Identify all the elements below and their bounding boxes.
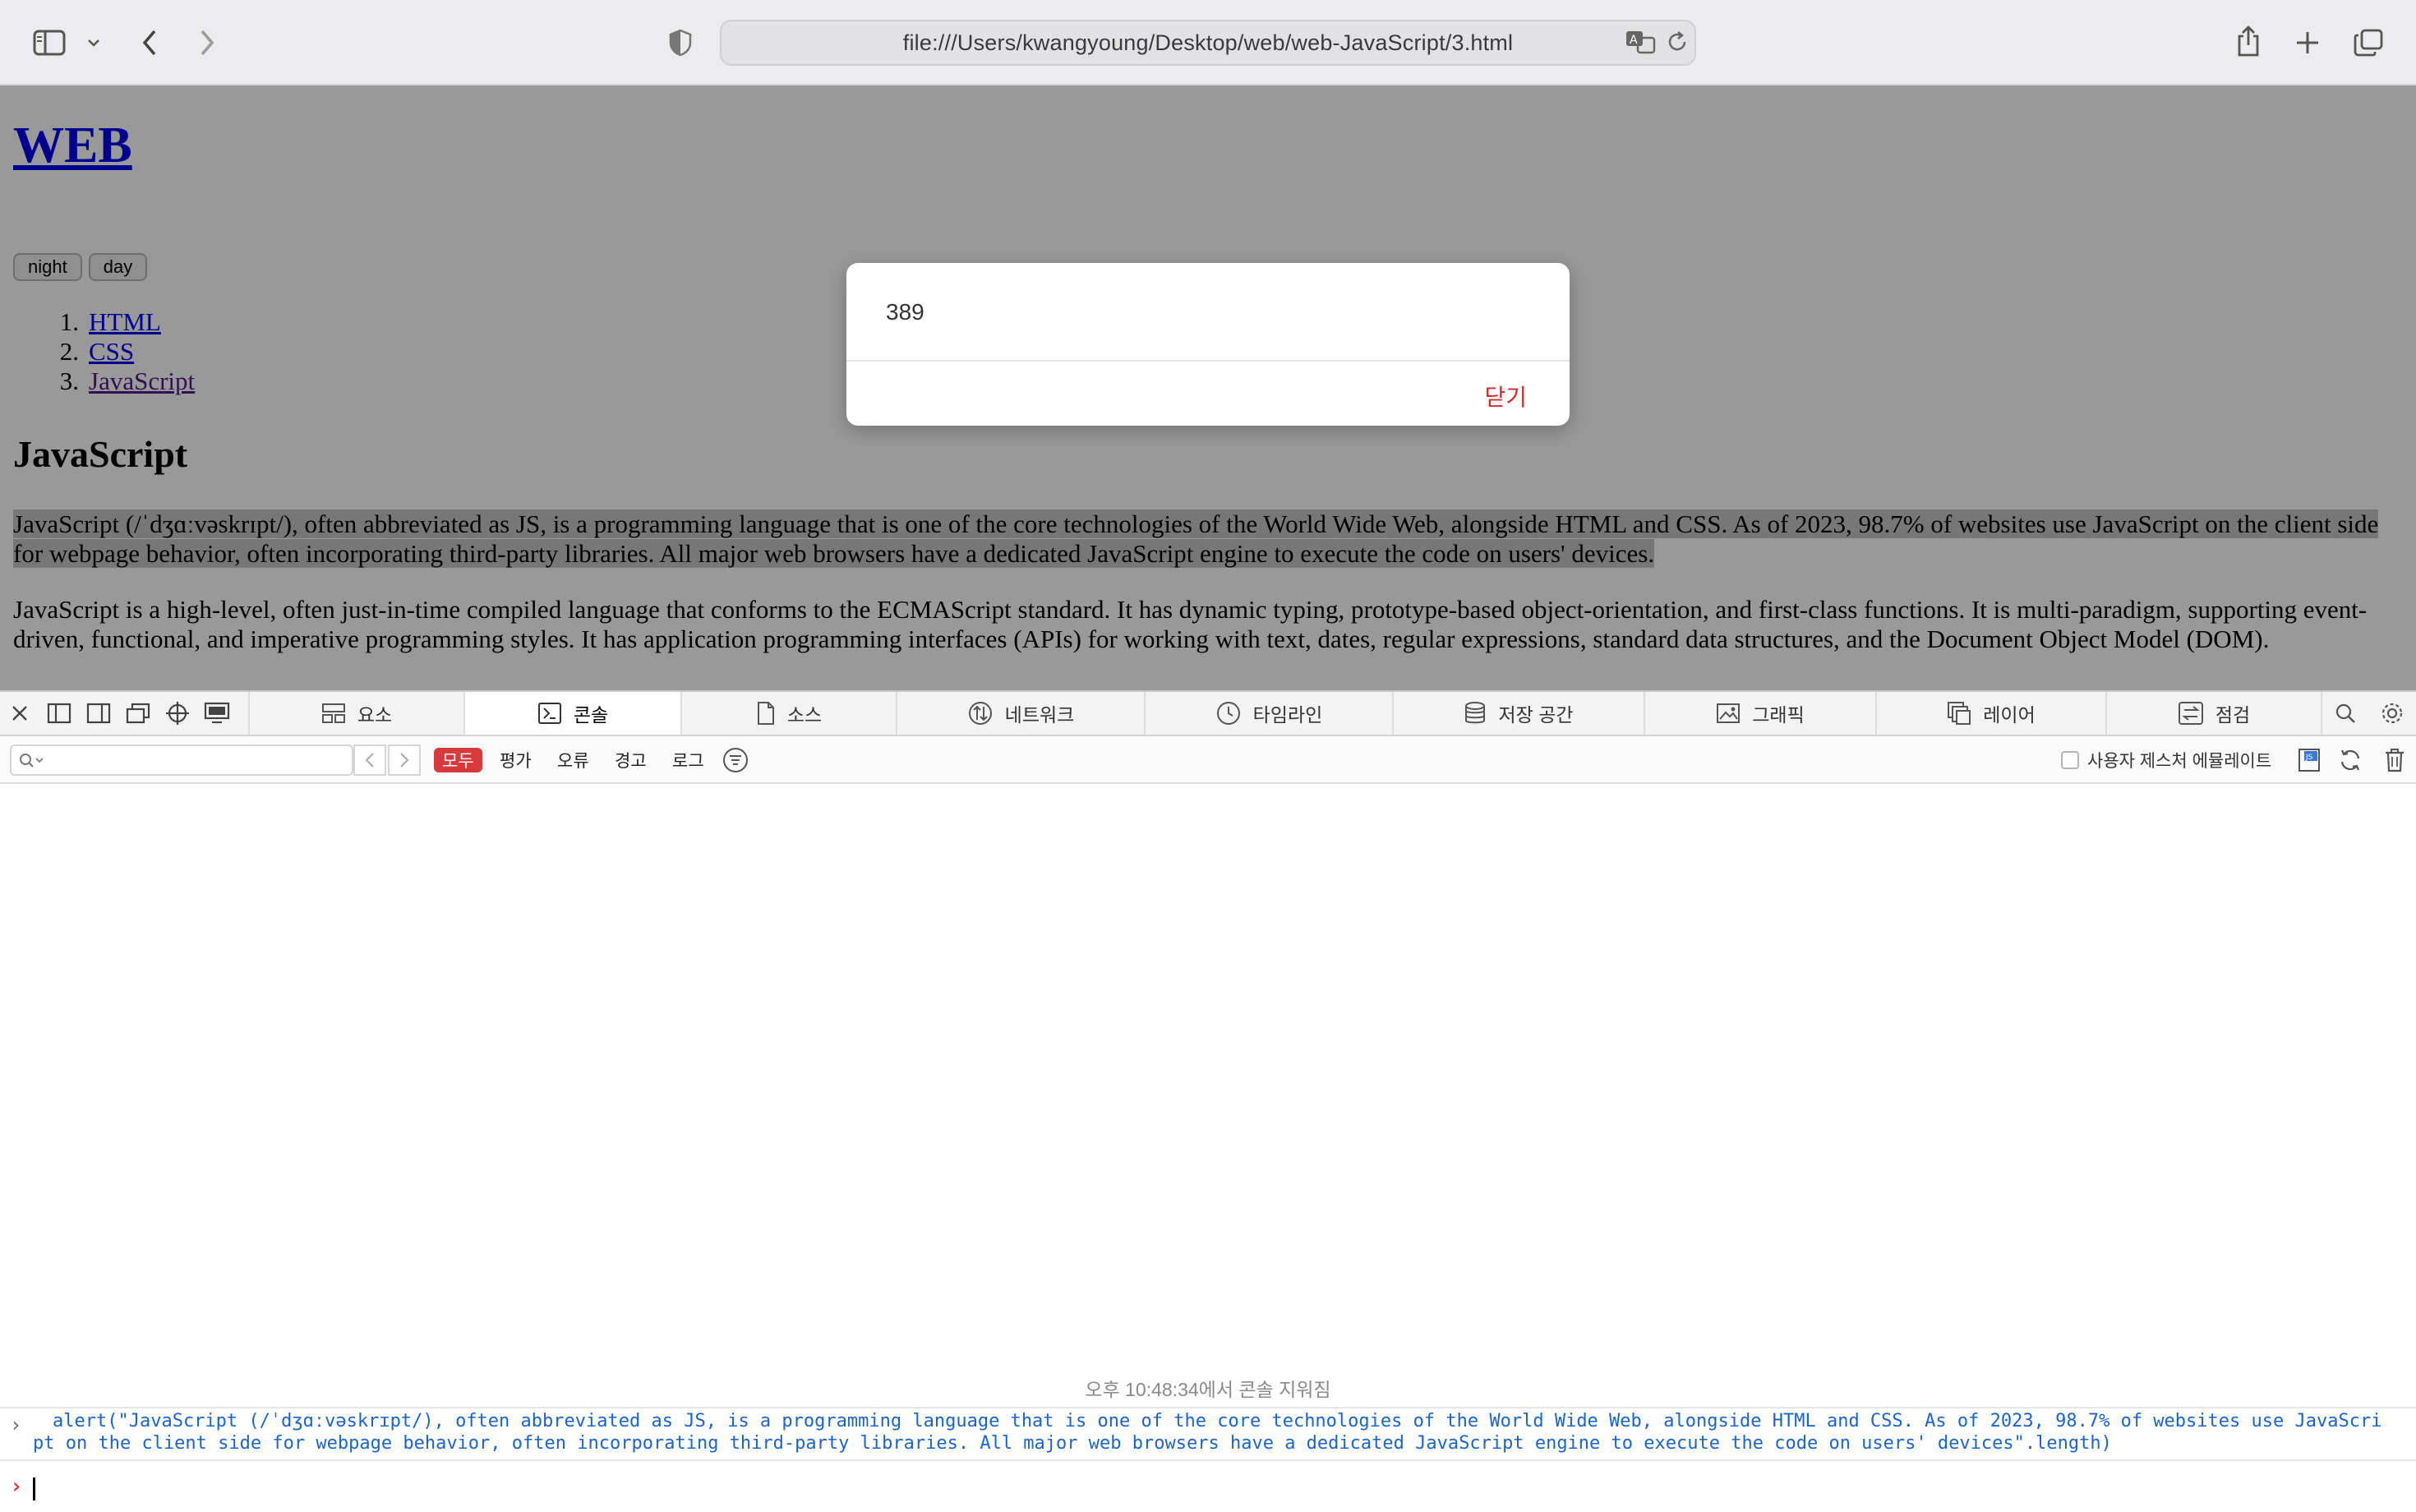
console-entry: › alert("JavaScript (/ˈdʒɑːvəskrɪpt/), o… <box>0 1407 2416 1461</box>
input-caret-icon: › <box>10 1413 22 1436</box>
element-picker-icon[interactable] <box>158 692 197 735</box>
database-icon <box>1465 702 1486 724</box>
elements-icon <box>321 703 345 723</box>
url-text: file:///Users/kwangyoung/Desktop/web/web… <box>902 30 1514 55</box>
console-prompt[interactable]: › <box>0 1473 2416 1505</box>
tab-label: 그래픽 <box>1752 704 1805 726</box>
tab-label: 소스 <box>786 704 823 726</box>
dock-left-icon[interactable] <box>39 692 79 735</box>
tab-audit[interactable]: 점검 <box>2105 692 2321 735</box>
tab-label: 레이어 <box>1983 704 2036 726</box>
dialog-divider <box>846 360 1570 362</box>
tab-elements[interactable]: 요소 <box>248 692 463 735</box>
alert-dialog: 389 닫기 <box>846 263 1570 426</box>
tab-storage[interactable]: 저장 공간 <box>1392 692 1644 735</box>
filter-errors-button[interactable]: 오류 <box>549 748 597 772</box>
devtools-left-icons <box>0 692 248 735</box>
translate-icon[interactable]: A <box>1624 28 1657 56</box>
filter-options-icon[interactable] <box>722 746 749 774</box>
console-icon <box>537 703 561 724</box>
tab-label: 콘솔 <box>573 704 609 726</box>
tab-label: 타임라인 <box>1252 704 1323 726</box>
tab-graphics[interactable]: 그래픽 <box>1644 692 1875 735</box>
chevron-right-icon <box>400 753 409 768</box>
tab-label: 요소 <box>357 704 393 726</box>
trash-icon[interactable] <box>2381 746 2408 774</box>
svg-text:A: A <box>1630 34 1638 47</box>
console-filter-bar: 모두 평가 오류 경고 로그 사용자 제스처 에뮬레이트 JS <box>0 736 2416 784</box>
clock-icon <box>1216 702 1240 725</box>
search-icon[interactable] <box>2321 692 2368 735</box>
tab-overview-icon[interactable] <box>2352 26 2385 59</box>
filter-logs-button[interactable]: 로그 <box>664 748 712 772</box>
filter-warnings-button[interactable]: 경고 <box>606 748 655 772</box>
file-icon <box>757 702 774 725</box>
reload-icon[interactable] <box>1663 28 1691 56</box>
detach-window-icon[interactable] <box>118 692 158 735</box>
privacy-shield-icon[interactable] <box>666 26 695 59</box>
tab-label: 저장 공간 <box>1498 704 1574 726</box>
text-cursor <box>33 1477 35 1500</box>
new-tab-icon[interactable] <box>2291 26 2324 59</box>
chevron-down-icon[interactable] <box>84 31 104 54</box>
image-icon <box>1717 703 1741 723</box>
reload-console-icon[interactable] <box>2337 746 2363 774</box>
forward-icon[interactable] <box>192 25 222 61</box>
back-icon[interactable] <box>135 25 164 61</box>
emulate-gesture-label: 사용자 제스처 에뮬레이트 <box>2087 752 2272 771</box>
gear-icon[interactable] <box>2368 692 2416 735</box>
filter-previous-button[interactable] <box>353 744 386 776</box>
sidebar-toggle-icon[interactable] <box>31 26 67 59</box>
emulate-gesture-toggle[interactable]: 사용자 제스처 에뮬레이트 <box>2061 748 2271 772</box>
chevron-left-icon <box>365 753 374 768</box>
tab-timeline[interactable]: 타임라인 <box>1144 692 1392 735</box>
js-context-icon[interactable]: JS <box>2296 746 2322 774</box>
tab-label: 네트워크 <box>1004 704 1075 726</box>
browser-toolbar: file:///Users/kwangyoung/Desktop/web/web… <box>0 0 2416 85</box>
dock-right-icon[interactable] <box>79 692 118 735</box>
audit-icon <box>2178 702 2203 725</box>
console-filter-input[interactable] <box>10 744 353 776</box>
svg-text:JS: JS <box>2305 754 2313 762</box>
tab-sources[interactable]: 소스 <box>680 692 896 735</box>
filter-all-button[interactable]: 모두 <box>434 748 482 772</box>
address-bar[interactable]: file:///Users/kwangyoung/Desktop/web/web… <box>720 20 1696 66</box>
prompt-caret-icon: › <box>10 1474 23 1499</box>
tab-console[interactable]: 콘솔 <box>463 692 680 735</box>
search-icon <box>20 754 44 768</box>
filter-evaluations-button[interactable]: 평가 <box>491 748 540 772</box>
emulate-gesture-checkbox[interactable] <box>2061 751 2079 769</box>
devtools-panel: 요소 콘솔 소스 네트워크 타임라인 저장 공간 그래픽 레이어 점검 모두 평… <box>0 690 2416 1512</box>
tab-network[interactable]: 네트워크 <box>896 692 1144 735</box>
tab-layers[interactable]: 레이어 <box>1875 692 2105 735</box>
filter-next-button[interactable] <box>388 744 421 776</box>
tab-label: 점검 <box>2215 704 2251 726</box>
close-icon[interactable] <box>0 692 39 735</box>
console-cleared-message: 오후 10:48:34에서 콘솔 지워짐 <box>1085 1379 1331 1400</box>
share-icon[interactable] <box>2232 21 2265 61</box>
alert-message: 389 <box>886 299 924 325</box>
layers-icon <box>1948 702 1971 725</box>
network-icon <box>968 702 992 725</box>
alert-close-button[interactable]: 닫기 <box>1484 380 1527 413</box>
devtools-tab-bar: 요소 콘솔 소스 네트워크 타임라인 저장 공간 그래픽 레이어 점검 <box>0 690 2416 736</box>
device-settings-icon[interactable] <box>197 692 237 735</box>
console-command[interactable]: alert("JavaScript (/ˈdʒɑːvəskrɪpt/), oft… <box>33 1410 2383 1454</box>
